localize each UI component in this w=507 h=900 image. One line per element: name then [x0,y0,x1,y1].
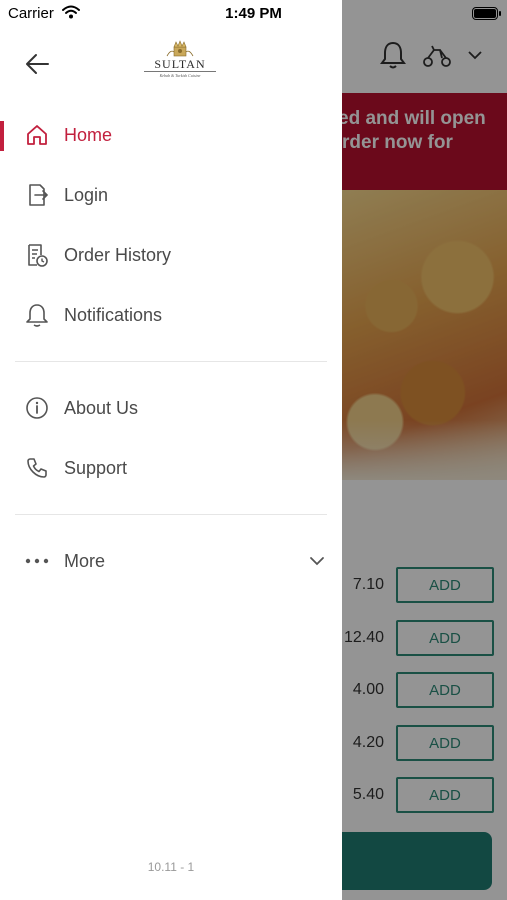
login-icon [24,182,50,208]
menu-item-more[interactable]: More [0,531,342,591]
logo-rule [144,71,216,72]
phone-icon [24,455,50,481]
drawer-menu: Home Login Order History Notifications A… [0,105,342,591]
menu-item-login[interactable]: Login [0,165,342,225]
menu-item-label: Home [64,124,113,145]
menu-item-label: About Us [64,397,139,418]
menu-divider [15,514,327,515]
menu-item-label: Notifications [64,304,163,325]
logo-wordmark: SULTAN [154,57,206,71]
status-time: 1:49 PM [225,5,282,22]
app-version: 10.11 - 1 [147,860,195,874]
order-history-icon [24,242,50,268]
menu-item-home[interactable]: Home [0,105,342,165]
menu-item-about-us[interactable]: About Us [0,378,342,438]
back-arrow-icon[interactable] [24,50,52,78]
crown-crest-icon [166,40,194,57]
menu-divider [15,361,327,362]
active-indicator [0,121,4,151]
menu-item-label: Support [64,457,128,478]
chevron-down-icon[interactable] [308,552,326,570]
menu-item-label: More [64,550,106,571]
ellipsis-icon [24,548,50,574]
info-icon [24,395,50,421]
menu-item-label: Order History [64,244,172,265]
menu-item-notifications[interactable]: Notifications [0,285,342,345]
navigation-drawer: SULTAN Kebab & Turkish Cuisine Home Logi… [0,0,342,900]
menu-item-order-history[interactable]: Order History [0,225,342,285]
home-icon [24,122,50,148]
status-bar: Carrier 1:49 PM [0,0,507,30]
battery-icon [472,7,501,20]
restaurant-logo: SULTAN Kebab & Turkish Cuisine [142,40,218,84]
menu-item-label: Login [64,184,109,205]
bell-icon [24,302,50,328]
menu-item-support[interactable]: Support [0,438,342,498]
logo-tagline: Kebab & Turkish Cuisine [159,73,201,78]
